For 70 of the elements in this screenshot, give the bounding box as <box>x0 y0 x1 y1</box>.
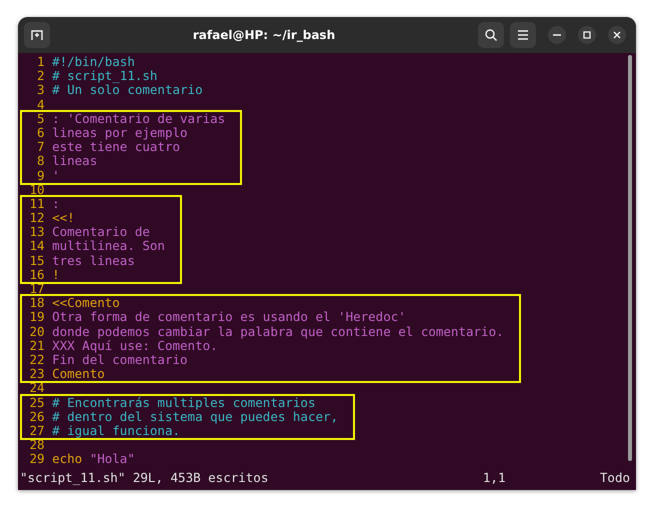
maximize-icon <box>583 31 591 39</box>
menu-button[interactable] <box>510 22 536 48</box>
line-number: 21 <box>28 338 45 353</box>
line-number: 5 <box>36 112 45 126</box>
code-line: # igual funciona. <box>52 424 180 438</box>
scroll-position: Todo <box>600 469 630 486</box>
line-number: 12 <box>28 211 45 226</box>
search-icon <box>484 28 498 42</box>
code-line: : 'Comentario de varias <box>52 112 226 126</box>
code-line: <<! <box>52 211 75 226</box>
code-line: # Un solo comentario <box>52 83 203 98</box>
line-number: 16 <box>28 268 45 282</box>
code-line: Comentario de <box>52 225 150 240</box>
minimize-button[interactable] <box>548 26 566 44</box>
line-number: 9 <box>36 168 45 183</box>
line-number: 7 <box>36 140 45 154</box>
line-number: 22 <box>28 352 45 368</box>
new-tab-button[interactable] <box>24 22 50 48</box>
search-button[interactable] <box>478 22 504 48</box>
code-line: multilinea. Son <box>52 239 165 254</box>
code-line: ! <box>52 268 60 282</box>
code-line: este tiene cuatro <box>52 140 180 154</box>
code-line: donde podemos cambiar la palabra que contiene el comentario. <box>52 324 504 339</box>
line-number: 23 <box>28 367 45 382</box>
code-line: # dentro del sistema que puedes hacer, <box>52 410 338 424</box>
line-number: 15 <box>28 254 45 268</box>
new-tab-icon <box>30 28 44 42</box>
close-icon <box>613 31 621 39</box>
menu-icon <box>517 30 529 40</box>
line-number: 29 <box>28 452 45 466</box>
line-number: 18 <box>28 296 45 310</box>
scrollbar[interactable] <box>628 55 632 461</box>
window-title: rafael@HP: ~/ir_bash <box>192 28 336 42</box>
line-number: 11 <box>28 196 45 212</box>
line-number: 20 <box>28 324 45 339</box>
line-number: 25 <box>28 396 45 410</box>
line-number: 14 <box>28 239 45 254</box>
line-number: 1 <box>36 55 45 70</box>
line-number: 19 <box>28 310 45 325</box>
line-number: 24 <box>28 381 45 396</box>
code-line: # Encontrarás multiples comentarios <box>52 396 316 410</box>
line-number: 13 <box>28 225 45 240</box>
line-number: 17 <box>28 282 45 296</box>
line-number: 4 <box>36 98 45 112</box>
line-number: 10 <box>28 182 45 197</box>
code-line: <<Comento <box>52 296 120 310</box>
code-line: # script_11.sh <box>52 69 158 84</box>
code-line: Fin del comentario <box>52 352 188 368</box>
code-line: #!/bin/bash <box>52 55 135 70</box>
code-line: lineas <box>52 154 98 168</box>
code-line: XXX Aquí use: Comento. <box>52 338 218 353</box>
status-message: "script_11.sh" 29L, 453B escritos <box>20 469 270 486</box>
line-number: 2 <box>36 69 45 84</box>
close-button[interactable] <box>608 26 626 44</box>
code-line: Otra forma de comentario es usando el 'Heredoc' <box>52 310 406 325</box>
maximize-button[interactable] <box>578 26 596 44</box>
line-number: 3 <box>36 83 45 98</box>
code-line: echo "Hola" <box>52 452 135 466</box>
minimize-icon <box>553 34 561 36</box>
code-line: : <box>52 196 60 212</box>
line-number: 26 <box>28 410 45 424</box>
code-line: tres lineas <box>52 254 135 268</box>
code-line: Comento <box>52 367 105 382</box>
code-line: lineas por ejemplo <box>52 126 188 140</box>
line-number: 28 <box>28 438 45 452</box>
line-number: 8 <box>36 154 45 168</box>
line-number: 27 <box>28 424 45 438</box>
line-number: 6 <box>36 126 45 140</box>
code-line: ' <box>52 168 60 183</box>
cursor-position: 1,1 <box>482 469 506 486</box>
